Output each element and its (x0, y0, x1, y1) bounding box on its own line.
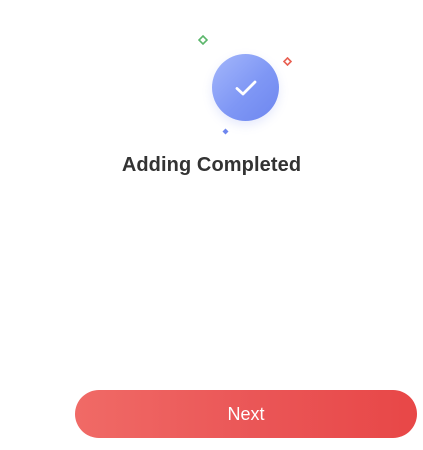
success-illustration (190, 30, 300, 140)
red-sparkle-icon (283, 57, 292, 66)
green-sparkle-icon (198, 35, 208, 45)
completion-title: Adding Completed (121, 154, 302, 176)
blue-sparkle-icon (222, 128, 229, 135)
checkmark-circle-icon (212, 54, 279, 121)
next-button[interactable]: Next (75, 390, 417, 438)
